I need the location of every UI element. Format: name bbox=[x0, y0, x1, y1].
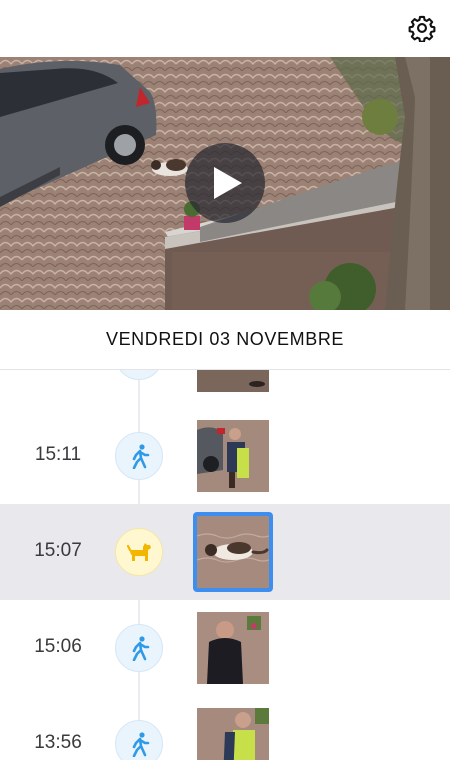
event-thumbnail[interactable] bbox=[197, 420, 269, 492]
event-time: 15:07 bbox=[34, 540, 82, 561]
event-type-badge bbox=[115, 720, 163, 760]
event-time: 13:56 bbox=[34, 732, 82, 753]
event-type-badge bbox=[115, 370, 163, 380]
walking-person-icon bbox=[132, 732, 150, 757]
event-timeline[interactable]: 15:11 15:07 15:06 13:56 bbox=[0, 370, 450, 760]
thumbnail-image bbox=[197, 516, 269, 588]
event-row-selected[interactable]: 15:07 bbox=[0, 504, 450, 600]
play-button[interactable] bbox=[185, 143, 265, 223]
event-row[interactable]: 15:06 bbox=[0, 600, 450, 696]
date-label: VENDREDI 03 NOVEMBRE bbox=[105, 329, 345, 349]
walking-person-icon bbox=[132, 444, 150, 469]
play-icon bbox=[214, 167, 242, 199]
date-header: VENDREDI 03 NOVEMBRE bbox=[0, 310, 450, 370]
event-type-badge bbox=[115, 432, 163, 480]
top-bar bbox=[0, 0, 450, 57]
event-time: 15:11 bbox=[34, 444, 82, 465]
event-thumbnail[interactable] bbox=[197, 612, 269, 684]
thumbnail-image bbox=[197, 708, 269, 760]
event-thumbnail[interactable] bbox=[197, 708, 269, 760]
thumbnail-image bbox=[197, 370, 269, 392]
event-row[interactable]: 15:11 bbox=[0, 408, 450, 504]
walking-person-icon bbox=[132, 636, 150, 661]
settings-button[interactable] bbox=[408, 14, 436, 42]
dog-icon bbox=[127, 543, 151, 561]
event-type-badge bbox=[115, 528, 163, 576]
gear-icon bbox=[408, 15, 436, 42]
thumbnail-image bbox=[197, 420, 269, 492]
event-type-badge bbox=[115, 624, 163, 672]
event-thumbnail[interactable] bbox=[193, 512, 273, 592]
video-player[interactable] bbox=[0, 57, 450, 310]
event-time: 15:06 bbox=[34, 636, 82, 657]
event-row[interactable]: 13:56 bbox=[0, 696, 450, 760]
thumbnail-image bbox=[197, 612, 269, 684]
event-row[interactable] bbox=[0, 370, 450, 404]
event-thumbnail[interactable] bbox=[197, 370, 269, 392]
